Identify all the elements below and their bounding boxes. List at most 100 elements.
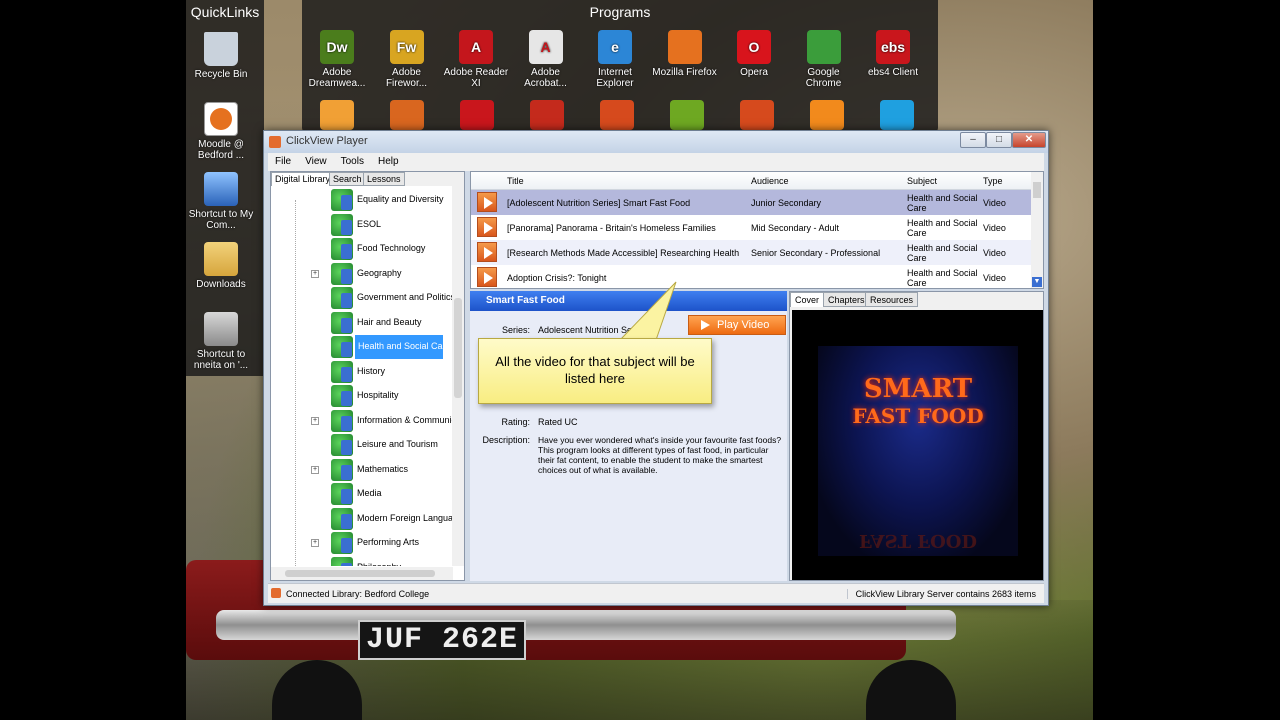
tab-lessons[interactable]: Lessons [363, 172, 405, 186]
play-icon[interactable] [477, 242, 497, 262]
library-icon [271, 588, 281, 598]
tree-horizontal-scrollbar[interactable] [271, 567, 453, 580]
menu-help[interactable]: Help [371, 153, 406, 171]
play-video-button[interactable]: Play Video [688, 315, 786, 335]
description-label: Description: [482, 435, 530, 445]
tree-item[interactable]: + Mathematics [271, 458, 453, 482]
desktop-icon-firefox[interactable]: Mozilla Firefox [650, 30, 720, 78]
column-subject[interactable]: Subject [907, 176, 937, 186]
desktop-icon-opera[interactable]: O Opera [719, 30, 789, 78]
desktop-icon-label: Shortcut to My Com... [188, 209, 254, 231]
program-icon-partial[interactable] [740, 100, 774, 130]
expand-icon[interactable]: + [311, 465, 319, 474]
program-icon-partial[interactable] [670, 100, 704, 130]
program-icon-partial[interactable] [460, 100, 494, 130]
tree-item[interactable]: + Information & Communicat [271, 409, 453, 433]
video-list-scrollbar[interactable]: ▼ [1031, 172, 1043, 288]
tree-item[interactable]: + Geography [271, 262, 453, 286]
desktop-icon-internet-explorer[interactable]: e Internet Explorer [580, 30, 650, 89]
desktop-icon-recycle-bin[interactable]: Recycle Bin [186, 32, 256, 80]
play-icon[interactable] [477, 192, 497, 212]
expand-icon[interactable]: + [311, 269, 319, 278]
expand-icon[interactable]: + [311, 539, 319, 547]
video-row[interactable]: [Adolescent Nutrition Series] Smart Fast… [471, 190, 1033, 215]
desktop-icon-chrome[interactable]: Google Chrome [789, 30, 859, 89]
column-type[interactable]: Type [983, 176, 1003, 186]
tab-search[interactable]: Search [329, 172, 366, 186]
tree-item[interactable]: Leisure and Tourism [271, 433, 453, 457]
column-title[interactable]: Title [507, 176, 524, 186]
program-icon-partial[interactable] [880, 100, 914, 130]
network-drive-icon [204, 312, 238, 346]
desktop-icon-fireworks[interactable]: Fw Adobe Firewor... [372, 30, 442, 89]
tree-item[interactable]: Hair and Beauty [271, 311, 453, 335]
tab-digital-library[interactable]: Digital Library [271, 172, 335, 186]
video-row[interactable]: Adoption Crisis?: Tonight Health and Soci… [471, 265, 1033, 290]
programs-panel: Programs Dw Adobe Dreamwea... Fw Adobe Fire… [302, 0, 938, 132]
internet-explorer-icon: e [598, 30, 632, 64]
subject-icon [331, 385, 353, 407]
desktop-icon-downloads[interactable]: Downloads [186, 242, 256, 290]
desktop-icon-my-computer[interactable]: Shortcut to My Com... [186, 172, 256, 231]
program-icon-partial[interactable] [390, 100, 424, 130]
program-icon-partial[interactable] [320, 100, 354, 130]
connected-library: Connected Library: Bedford College [286, 589, 430, 599]
desktop-icon-adobe-acrobat[interactable]: A Adobe Acrobat... [511, 30, 581, 89]
cover-image: SMART FAST FOOD FAST FOOD [818, 346, 1018, 556]
expand-icon[interactable]: + [311, 416, 319, 425]
tab-resources[interactable]: Resources [865, 292, 919, 307]
menu-view[interactable]: View [298, 153, 334, 171]
scroll-thumb[interactable] [285, 570, 435, 577]
tree-item[interactable]: + Performing Arts [271, 531, 453, 555]
menu-tools[interactable]: Tools [334, 153, 371, 171]
tree-item-label: Health and Social Care [355, 335, 451, 359]
desktop-icon-dreamweaver[interactable]: Dw Adobe Dreamwea... [302, 30, 372, 89]
program-icon-partial[interactable] [600, 100, 634, 130]
subject-icon [331, 458, 353, 481]
scroll-down-icon[interactable]: ▼ [1032, 277, 1042, 287]
play-icon[interactable] [477, 267, 497, 287]
tree-item[interactable]: ESOL [271, 213, 453, 237]
library-pane: Digital Library Search Lessons Equality … [270, 171, 465, 581]
tree-item-label: Geography [357, 267, 402, 278]
cell-subject: Health and Social Care [907, 218, 978, 238]
program-icon-partial[interactable] [810, 100, 844, 130]
tree-item[interactable]: Equality and Diversity [271, 188, 453, 212]
ebs4-icon: ebs [876, 30, 910, 64]
close-button[interactable]: ✕ [1012, 132, 1046, 148]
rating-value: Rated UC [538, 417, 578, 427]
tab-cover[interactable]: Cover [790, 292, 825, 307]
maximize-button[interactable]: □ [986, 132, 1012, 148]
tree-item[interactable]: Food Technology [271, 237, 453, 261]
video-row[interactable]: [Research Methods Made Accessible] Resea… [471, 240, 1033, 265]
desktop-icon-label: ebs4 Client [867, 67, 919, 78]
tree-item[interactable]: Philosophy [271, 556, 453, 567]
tree-item[interactable]: History [271, 360, 453, 384]
opera-icon: O [737, 30, 771, 64]
tree-vertical-scrollbar[interactable] [452, 186, 464, 566]
desktop-icon-ebs4[interactable]: ebs ebs4 Client [858, 30, 928, 78]
tree-item-label: Government and Politics [357, 292, 453, 302]
tree-item[interactable]: Health and Social Care [271, 335, 453, 359]
scroll-thumb[interactable] [1033, 182, 1041, 198]
program-icon-partial[interactable] [530, 100, 564, 130]
tab-chapters[interactable]: Chapters [823, 292, 870, 307]
scroll-thumb[interactable] [454, 298, 462, 398]
app-icon [269, 136, 281, 148]
tree-item[interactable]: Media [271, 482, 453, 506]
menu-file[interactable]: File [268, 153, 298, 171]
desktop-icon-network-drive[interactable]: Shortcut to nneita on '... [186, 312, 256, 371]
tree-item[interactable]: Government and Politics [271, 286, 453, 310]
desktop-icon-label: Adobe Dreamwea... [308, 67, 366, 89]
tree-item[interactable]: Modern Foreign Language [271, 507, 453, 531]
column-audience[interactable]: Audience [751, 176, 789, 186]
video-row[interactable]: [Panorama] Panorama - Britain's Homeless… [471, 215, 1033, 240]
tree-item-label: Philosophy [355, 561, 403, 567]
subject-icon [331, 189, 353, 211]
window-titlebar[interactable]: ClickView Player – □ ✕ [264, 131, 1048, 153]
minimize-button[interactable]: – [960, 132, 986, 148]
desktop-icon-moodle[interactable]: Moodle @ Bedford ... [186, 102, 256, 161]
tree-item[interactable]: Hospitality [271, 384, 453, 408]
play-icon[interactable] [477, 217, 497, 237]
desktop-icon-adobe-reader[interactable]: A Adobe Reader XI [441, 30, 511, 89]
